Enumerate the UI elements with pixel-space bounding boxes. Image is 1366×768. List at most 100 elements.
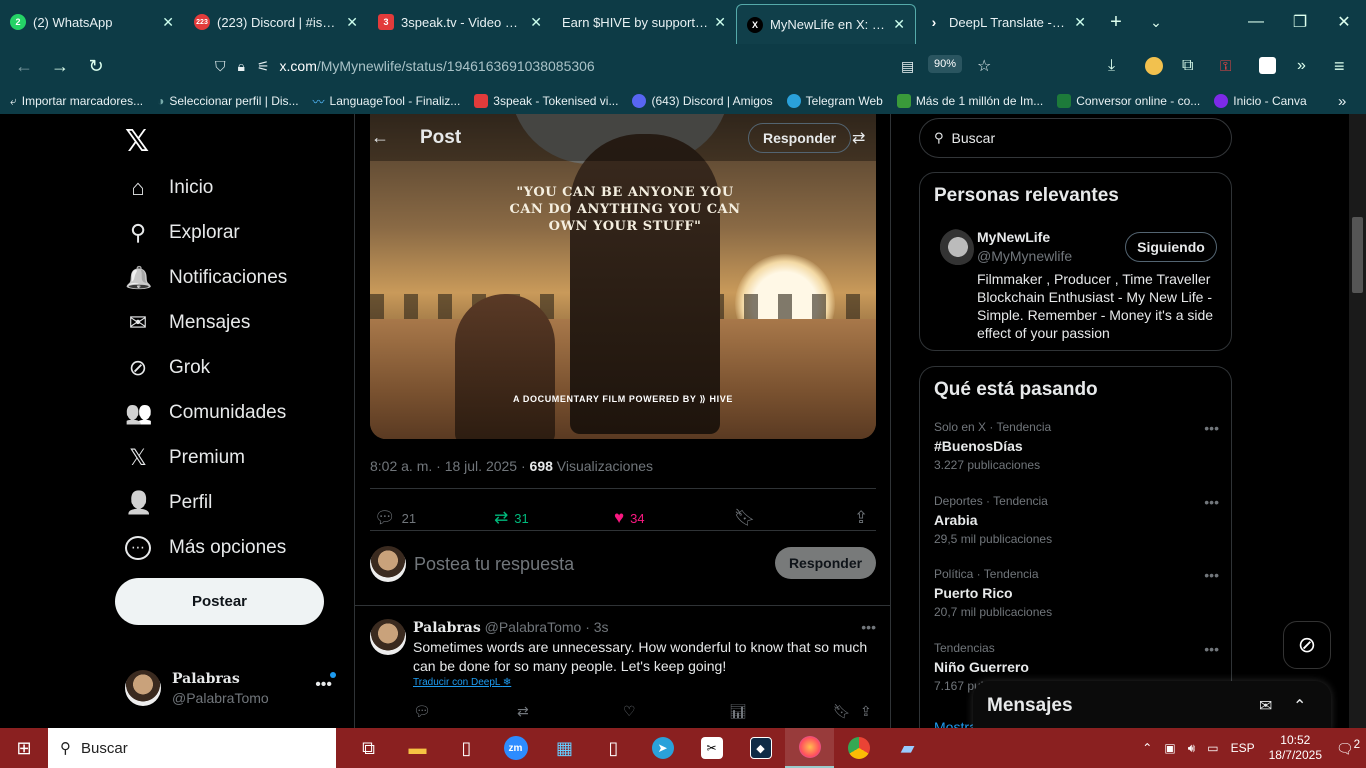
grok-fab-icon[interactable]: ⊘ <box>1283 621 1331 669</box>
reader-view-icon[interactable]: ▤ <box>901 58 914 75</box>
capcut-icon[interactable]: ✂ <box>687 728 736 768</box>
x-logo-icon[interactable]: 𝕏 <box>125 124 149 159</box>
nav-item-mensajes[interactable]: ✉ Mensajes <box>125 303 251 343</box>
reload-icon[interactable]: ↻ <box>78 56 114 77</box>
following-button[interactable]: Siguiendo <box>1125 232 1217 262</box>
scrollbar-thumb[interactable] <box>1352 217 1363 293</box>
close-icon[interactable]: ✕ <box>1074 14 1086 31</box>
bookmark-item[interactable]: 3speak - Tokenised vi... <box>474 94 618 108</box>
close-icon[interactable]: ✕ <box>530 14 542 31</box>
windows-start-icon[interactable]: ⊞ <box>0 728 48 768</box>
extension-icon[interactable] <box>1145 57 1163 75</box>
password-manager-icon[interactable]: ⚿ <box>1220 58 1231 75</box>
close-icon[interactable]: ✕ <box>893 16 905 33</box>
relevant-user-handle[interactable]: @MyMynewlife <box>977 248 1072 264</box>
repost-action[interactable]: ⇄ 31 <box>494 498 529 538</box>
expand-chevron-icon[interactable]: ⌃ <box>1293 696 1306 716</box>
overflow-chevron-icon[interactable]: » <box>1297 57 1306 75</box>
address-bar[interactable]: ⛉ 🔒︎ ⚟ x.com/MyMynewlife/status/19461636… <box>215 50 1007 82</box>
nav-item-perfil[interactable]: 👤 Perfil <box>125 483 212 523</box>
search-input[interactable]: ⚲ Buscar <box>919 118 1232 158</box>
lock-icon[interactable]: 🔒︎ <box>238 58 245 75</box>
nav-item-mas-opciones[interactable]: ⋯ Más opciones <box>125 528 286 568</box>
bookmark-item[interactable]: Inicio - Canva <box>1214 94 1307 108</box>
bookmark-item[interactable]: Conversor online - co... <box>1057 94 1200 108</box>
clock[interactable]: 10:52 18/7/2025 <box>1261 733 1330 763</box>
post-media-image[interactable]: "YOU CAN BE ANYONE YOU CAN DO ANYTHING Y… <box>370 114 876 439</box>
restore-icon[interactable]: ❐ <box>1278 12 1322 32</box>
reply-author-name[interactable]: Palabras <box>413 620 481 636</box>
volume-icon[interactable]: 🔊︎ <box>1182 741 1202 756</box>
share-icon[interactable]: ⇪ <box>860 703 872 720</box>
page-scrollbar[interactable] <box>1349 114 1366 728</box>
tab-earn-hive[interactable]: Earn $HIVE by supporting M ✕ <box>552 0 736 44</box>
file-explorer-icon[interactable]: ▬ <box>393 728 442 768</box>
chrome-icon[interactable] <box>834 728 883 768</box>
deepl-app-icon[interactable]: ◆ <box>736 728 785 768</box>
post-timestamp[interactable]: 8:02 a. m. · 18 jul. 2025 · <box>370 458 530 474</box>
zoom-app-icon[interactable]: zm <box>491 728 540 768</box>
more-icon[interactable]: ••• <box>1204 567 1219 583</box>
trend-item[interactable]: Política · Tendencia Puerto Rico 20,7 mi… <box>934 567 1219 619</box>
more-icon[interactable]: ••• <box>1204 420 1219 436</box>
back-arrow-icon[interactable]: ← <box>371 127 389 148</box>
new-tab-icon[interactable]: + <box>1096 11 1136 34</box>
close-window-icon[interactable]: ✕ <box>1322 12 1366 32</box>
menu-icon[interactable]: ≡ <box>1334 56 1345 77</box>
more-icon[interactable]: ••• <box>1204 641 1219 657</box>
reply-author-handle[interactable]: @PalabraTomo · 3s <box>485 619 609 635</box>
telegram-icon[interactable]: ➤ <box>638 728 687 768</box>
bookmark-item[interactable]: ◑ Seleccionar perfil | Dis... <box>157 94 298 108</box>
bookmark-item[interactable]: (643) Discord | Amigos <box>632 94 773 108</box>
tab-list-chevron-icon[interactable]: ⌄ <box>1136 14 1176 31</box>
share-action[interactable]: ⇪ <box>854 498 868 538</box>
new-message-icon[interactable]: ✉ <box>1259 696 1272 716</box>
heart-outline-icon[interactable]: ♡ <box>623 703 636 720</box>
extensions-icon[interactable]: ⧉ <box>1182 57 1193 75</box>
notes-app-icon[interactable]: ▰ <box>883 728 932 768</box>
network-icon[interactable]: ▭ <box>1201 741 1224 755</box>
like-action[interactable]: ♥ 34 <box>614 498 645 538</box>
avatar[interactable] <box>370 619 406 655</box>
bookmark-item[interactable]: 〰 LanguageTool - Finaliz... <box>313 93 461 110</box>
bookmark-icon[interactable]: 🔖︎ <box>833 703 851 720</box>
bookmark-item[interactable]: Telegram Web <box>786 94 883 108</box>
meet-now-icon[interactable]: ▣ <box>1158 741 1181 755</box>
more-icon[interactable]: ••• <box>861 619 876 635</box>
analytics-icon[interactable]: 📊︎ <box>729 703 747 720</box>
avatar[interactable] <box>934 229 974 269</box>
nav-item-premium[interactable]: 𝕏 Premium <box>125 438 245 478</box>
reply-submit-button[interactable]: Responder <box>775 547 876 579</box>
tray-chevron-icon[interactable]: ⌃ <box>1136 741 1158 755</box>
tab-deepl[interactable]: › DeepL Translate - El mej ✕ <box>916 0 1096 44</box>
nav-item-inicio[interactable]: ⌂ Inicio <box>125 168 213 208</box>
bookmark-star-icon[interactable]: ☆ <box>977 56 991 76</box>
taskbar-search[interactable]: ⚲ Buscar <box>48 728 336 768</box>
more-icon[interactable]: ••• <box>1204 494 1219 510</box>
shield-icon[interactable]: ⛉ <box>215 58 226 75</box>
back-icon[interactable]: ← <box>6 56 42 77</box>
minimize-icon[interactable]: — <box>1234 13 1278 31</box>
tab-discord[interactable]: 223 (223) Discord | #issues-s ✕ <box>184 0 368 44</box>
document-icon[interactable]: ▯ <box>589 728 638 768</box>
repost-icon[interactable]: ⇄ <box>517 703 529 720</box>
task-view-icon[interactable]: ⧉ <box>344 728 393 768</box>
reply-action[interactable]: 💬︎ 21 <box>374 498 416 538</box>
bookmark-item[interactable]: Más de 1 millón de Im... <box>896 94 1043 108</box>
more-icon[interactable]: ••• <box>315 676 332 694</box>
bookmarks-overflow-icon[interactable]: » <box>1338 93 1346 110</box>
trend-item[interactable]: Solo en X · Tendencia #BuenosDías 3.227 … <box>934 420 1219 472</box>
reply-input[interactable]: Postea tu respuesta <box>414 554 574 575</box>
post-button[interactable]: Postear <box>115 578 324 625</box>
reply-bubble-icon[interactable]: 💬︎ <box>413 703 431 720</box>
input-language[interactable]: ESP <box>1225 741 1261 755</box>
downloads-icon[interactable]: ⤓ <box>1108 57 1115 75</box>
tab-mynewlife-x[interactable]: X MyNewLife en X: "https: ✕ <box>736 4 916 44</box>
account-switcher[interactable]: Palabras @PalabraTomo ••• <box>125 668 340 708</box>
tab-whatsapp[interactable]: 2 (2) WhatsApp ✕ <box>0 0 184 44</box>
zoom-level[interactable]: 90% <box>928 55 963 73</box>
filter-icon[interactable]: ⇄ <box>852 128 865 148</box>
tab-3speak[interactable]: 3 3speak.tv - Video Mana ✕ <box>368 0 552 44</box>
close-icon[interactable]: ✕ <box>162 14 174 31</box>
relevant-user-name[interactable]: MyNewLife <box>977 229 1050 245</box>
